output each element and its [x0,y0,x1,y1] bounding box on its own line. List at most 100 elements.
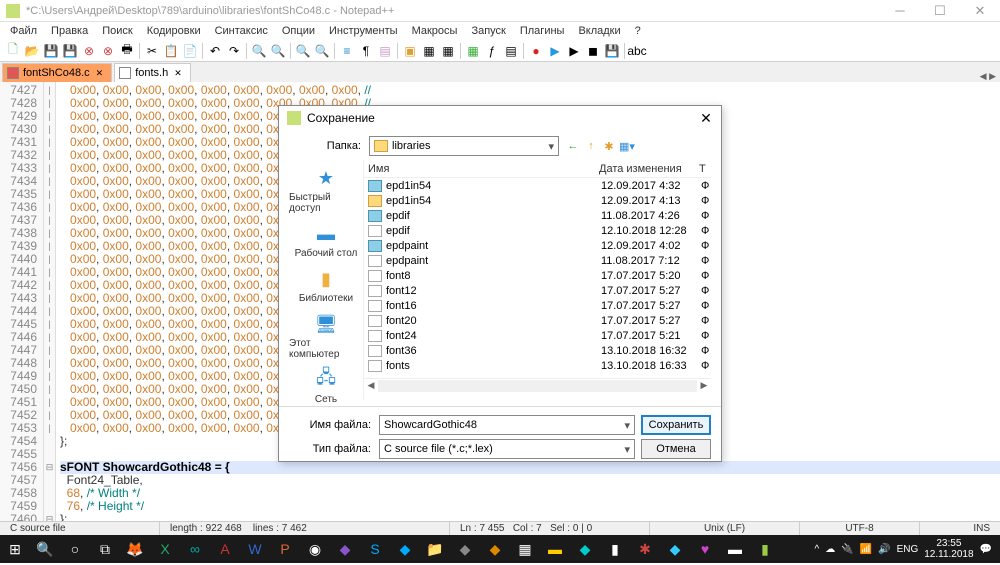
saverec-icon[interactable]: 💾 [603,42,621,60]
app-ppt-icon[interactable]: P [270,535,300,563]
app-excel-icon[interactable]: X [150,535,180,563]
place-Быстрый доступ[interactable]: ★Быстрый доступ [289,166,363,214]
menu-поиск[interactable]: Поиск [96,24,138,38]
app-explorer-icon[interactable]: 📁 [420,535,450,563]
scroll-left-icon[interactable]: ◀ [364,380,378,391]
open-icon[interactable]: 📂 [23,42,41,60]
file-row[interactable]: font817.07.2017 5:20Ф [364,268,711,283]
tab-fontShCo48.c[interactable]: fontShCo48.c✕ [2,63,112,82]
app-cmd-icon[interactable]: ▮ [600,535,630,563]
menu-кодировки[interactable]: Кодировки [141,24,207,38]
fold-icon[interactable]: ▦ [420,42,438,60]
search-icon[interactable]: 🔍 [30,535,60,563]
menu-запуск[interactable]: Запуск [465,24,511,38]
app-generic1-icon[interactable]: ◆ [450,535,480,563]
app-vs-icon[interactable]: ◆ [330,535,360,563]
stop-icon[interactable]: ◼ [584,42,602,60]
filename-input[interactable]: ShowcardGothic48 [379,415,635,435]
closetab-icon[interactable]: ⊗ [80,42,98,60]
tray-up-icon[interactable]: ^ [815,544,820,555]
tray-power-icon[interactable]: 🔌 [841,544,853,555]
func-icon[interactable]: ƒ [483,42,501,60]
menu-плагины[interactable]: Плагины [514,24,571,38]
file-row[interactable]: font2017.07.2017 5:27Ф [364,313,711,328]
col-date[interactable]: Дата изменения [599,163,699,175]
menu-файл[interactable]: Файл [4,24,43,38]
tray-cloud-icon[interactable]: ☁ [825,544,835,555]
app-notes-icon[interactable]: ▬ [540,535,570,563]
dialog-close-button[interactable]: ✕ [691,110,721,127]
app-npp-icon[interactable]: ▮ [750,535,780,563]
app-word-icon[interactable]: W [240,535,270,563]
up-icon[interactable]: ↑ [583,138,599,154]
app-generic6-icon[interactable]: ♥ [690,535,720,563]
menu-опции[interactable]: Опции [276,24,321,38]
place-Этот компьютер[interactable]: 🖥Этот компьютер [289,312,363,360]
replace-icon[interactable]: 🔍 [269,42,287,60]
h-scrollbar[interactable]: ◀ ▶ [364,378,711,392]
view-icon[interactable]: ▦▾ [619,138,635,154]
file-row[interactable]: font3613.10.2018 16:32Ф [364,343,711,358]
playrec-icon[interactable]: ▶ [565,42,583,60]
folder-combo[interactable]: libraries [369,136,559,156]
file-row[interactable]: fonts13.10.2018 16:33Ф [364,358,711,373]
tab-close-icon[interactable]: ✕ [174,68,182,79]
save-button[interactable]: Сохранить [641,415,711,435]
cancel-button[interactable]: Отмена [641,439,711,459]
menu-синтаксис[interactable]: Синтаксис [209,24,274,38]
scroll-track[interactable] [378,380,697,392]
app-generic5-icon[interactable]: ◆ [660,535,690,563]
app-code-icon[interactable]: ◆ [390,535,420,563]
file-row[interactable]: epdif12.10.2018 12:28Ф [364,223,711,238]
menu-?[interactable]: ? [629,24,647,38]
place-Рабочий стол[interactable]: ▬Рабочий стол [295,222,358,259]
zoomout-icon[interactable]: 🔍 [313,42,331,60]
app-firefox-icon[interactable]: 🦊 [120,535,150,563]
cut-icon[interactable]: ✂ [143,42,161,60]
taskview-icon[interactable]: ⧉ [90,535,120,563]
filetype-combo[interactable]: C source file (*.c;*.lex) [379,439,635,459]
app-generic4-icon[interactable]: ✱ [630,535,660,563]
start-button[interactable]: ⊞ [0,535,30,563]
menu-правка[interactable]: Правка [45,24,94,38]
save-icon[interactable]: 💾 [42,42,60,60]
file-row[interactable]: epdpaint11.08.2017 7:12Ф [364,253,711,268]
menu-инструменты[interactable]: Инструменты [323,24,404,38]
app-generic2-icon[interactable]: ◆ [480,535,510,563]
clock[interactable]: 23:5512.11.2018 [924,538,973,560]
tab-close-icon[interactable]: ✕ [96,68,104,79]
guide-icon[interactable]: ▤ [376,42,394,60]
app-skype-icon[interactable]: S [360,535,390,563]
file-list-body[interactable]: epd1in5412.09.2017 4:32Фepd1in5412.09.20… [364,178,711,378]
app-generic7-icon[interactable]: ▬ [720,535,750,563]
app-chrome-icon[interactable]: ◉ [300,535,330,563]
closeall-icon[interactable]: ⊗ [99,42,117,60]
menu-вкладки[interactable]: Вкладки [572,24,626,38]
wrap-icon[interactable]: ≡ [338,42,356,60]
file-row[interactable]: epdpaint12.09.2017 4:02Ф [364,238,711,253]
menu-макросы[interactable]: Макросы [406,24,464,38]
dialog-title-bar[interactable]: Сохранение ✕ [279,106,721,130]
back-icon[interactable]: ← [565,138,581,154]
unfold-icon[interactable]: ▦ [439,42,457,60]
col-type[interactable]: Т [699,163,706,175]
play-icon[interactable]: ▶ [546,42,564,60]
maximize-button[interactable]: ☐ [920,0,960,22]
copy-icon[interactable]: 📋 [162,42,180,60]
undo-icon[interactable]: ↶ [206,42,224,60]
saveall-icon[interactable]: 💾 [61,42,79,60]
print-icon[interactable]: 🖶 [118,42,136,60]
new-icon[interactable]: 🗋 [4,42,22,60]
file-row[interactable]: font2417.07.2017 5:21Ф [364,328,711,343]
rec-icon[interactable]: ● [527,42,545,60]
file-row[interactable]: font1217.07.2017 5:27Ф [364,283,711,298]
fold-column[interactable]: |||||||||||||||||||||||||||⊟⊟ [44,82,56,521]
tray-wifi-icon[interactable]: 📶 [860,544,872,555]
tab-scroll-icon[interactable]: ◀ ▶ [980,71,996,82]
spell-icon[interactable]: abc [628,42,646,60]
app-generic3-icon[interactable]: ◆ [570,535,600,563]
app-access-icon[interactable]: A [210,535,240,563]
file-row[interactable]: font1617.07.2017 5:27Ф [364,298,711,313]
newfolder-icon[interactable]: ✱ [601,138,617,154]
close-button[interactable]: ✕ [960,0,1000,22]
